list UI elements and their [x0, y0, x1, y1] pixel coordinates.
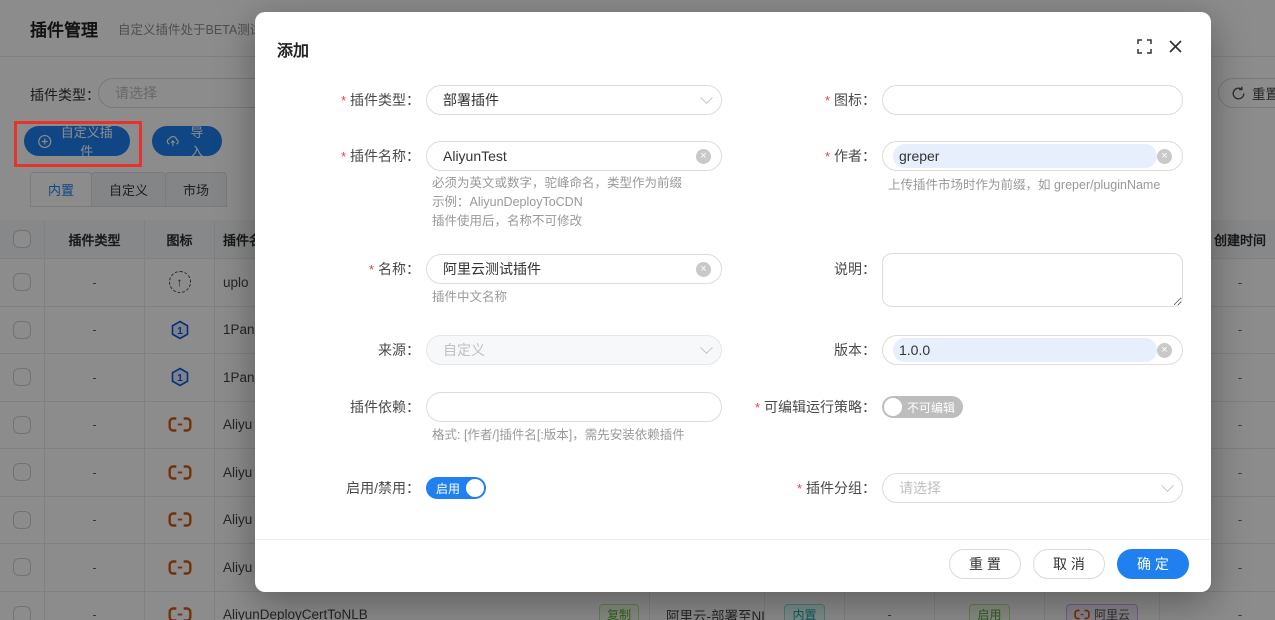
edit-policy-toggle-label: 不可编辑 — [907, 399, 955, 416]
plugin-name-hint-3: 插件使用后，名称不可修改 — [432, 212, 582, 231]
field-name: 名称： — [275, 254, 722, 284]
required-asterisk — [797, 480, 806, 496]
name-hint: 插件中文名称 — [432, 288, 507, 307]
plugin-name-label: 插件名称： — [350, 146, 420, 166]
required-asterisk — [341, 148, 350, 164]
edit-policy-label: 可编辑运行策略： — [764, 397, 876, 417]
plugin-type-label: 插件类型： — [350, 90, 420, 110]
dependency-input[interactable] — [437, 395, 711, 419]
icon-input-wrap — [882, 85, 1183, 115]
reset-button[interactable]: 重 置 — [949, 549, 1021, 579]
plugin-type-value: 部署插件 — [437, 90, 696, 110]
source-value: 自定义 — [437, 340, 696, 360]
field-source: 来源： 自定义 — [275, 335, 722, 365]
enabled-label: 启用/禁用： — [346, 478, 420, 498]
chevron-down-icon — [700, 341, 713, 354]
required-asterisk — [825, 92, 834, 108]
footer-divider — [255, 539, 1211, 540]
description-label: 说明： — [834, 259, 876, 279]
description-textarea[interactable] — [882, 253, 1183, 307]
group-label: 插件分组： — [806, 478, 876, 498]
highlight-annotation-box — [14, 121, 142, 167]
clear-icon[interactable] — [1157, 149, 1172, 164]
field-edit-policy: 可编辑运行策略： 不可编辑 — [733, 392, 963, 422]
enabled-toggle[interactable]: 启用 — [426, 477, 486, 499]
name-label: 名称： — [378, 259, 420, 279]
chevron-down-icon — [700, 91, 713, 104]
fullscreen-icon[interactable] — [1137, 39, 1152, 54]
clear-icon[interactable] — [696, 149, 711, 164]
add-plugin-dialog: 添加 插件类型： 部署插件 图标： 插件名称： — [255, 12, 1211, 592]
name-input-wrap — [426, 254, 722, 284]
version-input-wrap — [882, 335, 1183, 365]
field-author: 作者： — [733, 141, 1183, 171]
icon-input[interactable] — [893, 88, 1172, 112]
author-label: 作者： — [834, 146, 876, 166]
dialog-title: 添加 — [277, 37, 309, 61]
source-select: 自定义 — [426, 335, 722, 365]
cancel-button[interactable]: 取 消 — [1033, 549, 1105, 579]
plugin-management-screen: 插件管理 自定义插件处于BETA测试版， 插件类型： 请选择 重置 自定义插件 — [0, 0, 1275, 620]
name-input[interactable] — [437, 257, 696, 281]
field-dependency: 插件依赖： — [275, 392, 722, 422]
author-hint: 上传插件市场时作为前缀，如 greper/pluginName — [888, 176, 1160, 195]
field-group: 插件分组： 请选择 — [733, 473, 1183, 503]
group-placeholder: 请选择 — [893, 478, 1157, 498]
plugin-name-hint-1: 必须为英文或数字，驼峰命名，类型作为前缀 — [432, 174, 682, 193]
required-asterisk — [341, 92, 350, 108]
enabled-toggle-label: 启用 — [436, 480, 460, 497]
edit-policy-toggle[interactable]: 不可编辑 — [882, 396, 963, 418]
version-label: 版本： — [834, 340, 876, 360]
required-asterisk — [825, 148, 834, 164]
confirm-button[interactable]: 确 定 — [1117, 549, 1189, 579]
field-description: 说明： — [733, 253, 1183, 307]
dependency-input-wrap — [426, 392, 722, 422]
field-plugin-name: 插件名称： — [275, 141, 722, 171]
icon-label: 图标： — [834, 90, 876, 110]
clear-icon[interactable] — [1157, 343, 1172, 358]
field-icon: 图标： — [733, 85, 1183, 115]
chevron-down-icon — [1161, 479, 1174, 492]
required-asterisk — [755, 399, 764, 415]
dialog-footer: 重 置 取 消 确 定 — [949, 549, 1189, 579]
plugin-type-select[interactable]: 部署插件 — [426, 85, 722, 115]
clear-icon[interactable] — [696, 262, 711, 277]
source-label: 来源： — [378, 340, 420, 360]
field-plugin-type: 插件类型： 部署插件 — [275, 85, 722, 115]
close-icon[interactable] — [1168, 39, 1183, 54]
toggle-knob — [466, 479, 484, 497]
author-input[interactable] — [893, 144, 1157, 168]
group-select[interactable]: 请选择 — [882, 473, 1183, 503]
plugin-name-input[interactable] — [437, 144, 696, 168]
plugin-name-hint-2: 示例：AliyunDeployToCDN — [432, 193, 583, 212]
field-version: 版本： — [733, 335, 1183, 365]
toggle-knob — [884, 398, 902, 416]
plugin-name-input-wrap — [426, 141, 722, 171]
field-enabled: 启用/禁用： 启用 — [275, 473, 486, 503]
version-input[interactable] — [893, 338, 1157, 362]
dependency-label: 插件依赖： — [350, 397, 420, 417]
required-asterisk — [369, 261, 378, 277]
dependency-hint: 格式: [作者/]插件名[:版本]，需先安装依赖插件 — [432, 426, 685, 445]
author-input-wrap — [882, 141, 1183, 171]
